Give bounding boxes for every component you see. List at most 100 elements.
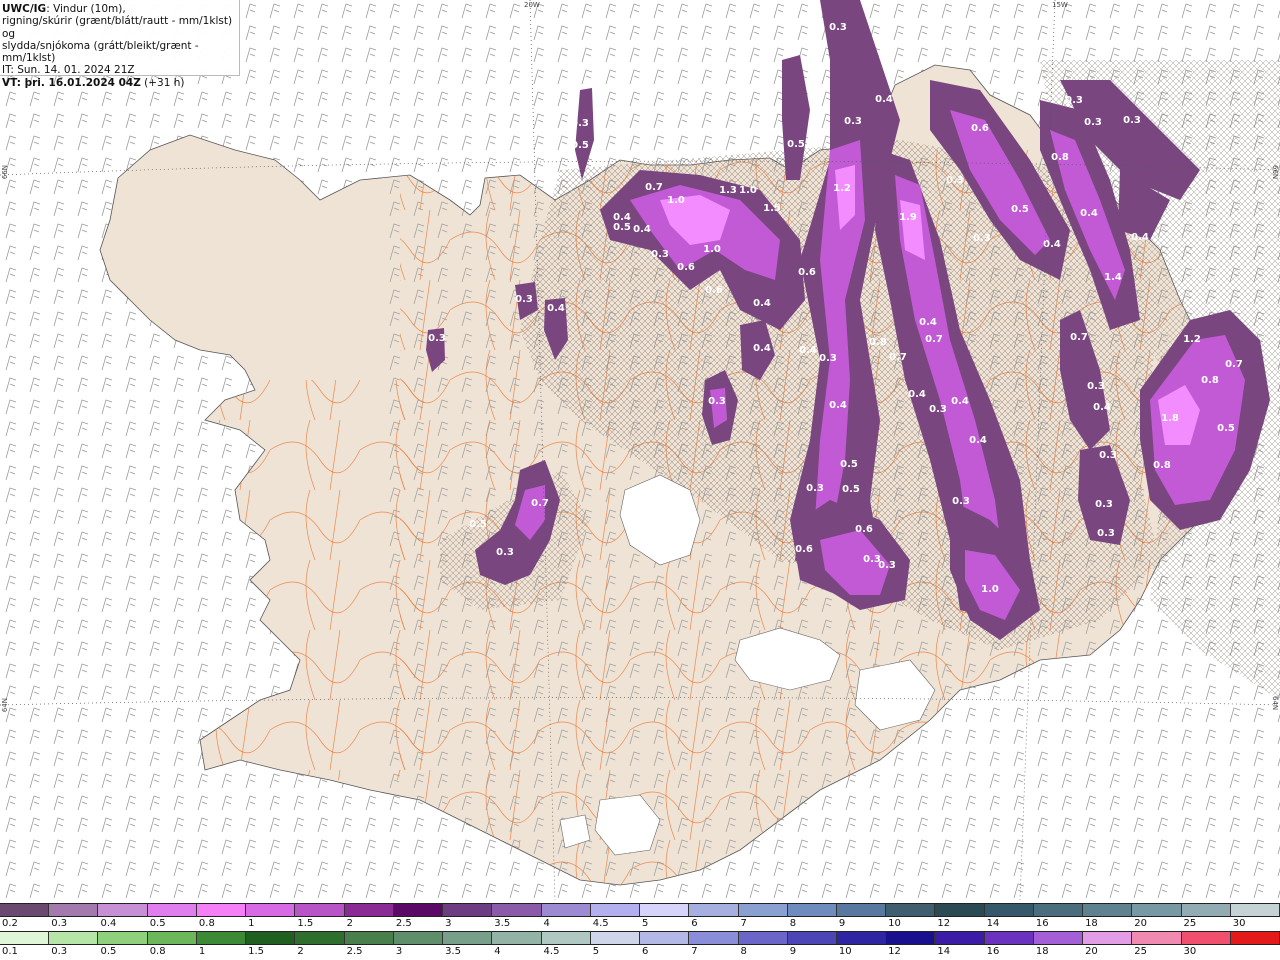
- precip-value-label: 0.3: [708, 396, 726, 407]
- snow-colorbar-tick-label: 2.5: [395, 918, 412, 929]
- rain-colorbar-tick-label: 0.8: [149, 946, 166, 957]
- snow-colorbar-tick-label: 4.5: [592, 918, 609, 929]
- rain-colorbar: [0, 931, 1280, 945]
- precip-value-label: 1.8: [1161, 413, 1179, 424]
- precip-value-label: 0.5: [613, 222, 631, 233]
- snow-colorbar-tick-label: 5: [642, 918, 649, 929]
- snow-colorbar-swatch: [295, 904, 345, 916]
- rain-colorbar-tick-label: 10: [838, 946, 852, 957]
- title-line-1-rest: : Vindur (10m),: [46, 3, 126, 15]
- precip-value-label: 1.0: [739, 185, 757, 196]
- rain-colorbar-swatch: [443, 932, 493, 944]
- precip-value-label: 0.7: [925, 334, 943, 345]
- precip-value-label: 0.3: [973, 233, 991, 244]
- snow-colorbar-swatch: [0, 904, 50, 916]
- rain-colorbar-tick-label: 3: [395, 946, 403, 957]
- snow-colorbar-tick-label: 0.2: [2, 918, 18, 929]
- snow-colorbar-tick-label: 0.5: [149, 918, 166, 929]
- precip-value-label: 0.8: [869, 337, 887, 348]
- rain-colorbar-swatch: [196, 932, 247, 944]
- precip-value-label: 0.4: [799, 345, 817, 356]
- snow-colorbar-swatch: [443, 904, 493, 916]
- precip-value-label: 0.7: [645, 182, 663, 193]
- precip-value-label: 1.4: [1104, 272, 1122, 283]
- precip-value-label: 0.3: [929, 404, 947, 415]
- snow-colorbar-swatch: [1033, 904, 1084, 916]
- precip-value-label: 0.6: [795, 544, 813, 555]
- rain-colorbar-tick-label: 0.5: [100, 946, 117, 957]
- precip-value-label: 0.7: [531, 498, 549, 509]
- precip-value-label: 1.2: [833, 183, 851, 194]
- graticule-label-66n-right: 66N: [1271, 165, 1279, 180]
- precip-value-label: 0.5: [571, 140, 589, 151]
- snow-colorbar-tick-label: 7: [740, 918, 747, 929]
- title-line-2: rigning/skúrir (grænt/blátt/rautt - mm/1…: [2, 15, 233, 40]
- snow-colorbar-tick-label: 18: [1085, 918, 1098, 929]
- precip-value-label: 0.4: [1131, 232, 1149, 243]
- precip-value-label: 0.8: [1051, 152, 1069, 163]
- snow-colorbar-swatch: [787, 904, 837, 916]
- rain-colorbar-swatch: [147, 932, 197, 944]
- snow-colorbar-swatch: [738, 904, 788, 916]
- rain-colorbar-tick-label: 1.5: [248, 946, 265, 957]
- rain-colorbar-tick-label: 2.5: [346, 946, 363, 957]
- snow-colorbar-tick-label: 3.5: [494, 918, 511, 929]
- snow-colorbar-swatch: [1230, 904, 1280, 916]
- rain-colorbar-tick-label: 0.1: [2, 946, 18, 957]
- snow-colorbar-swatch: [984, 904, 1034, 916]
- rain-colorbar-swatch: [984, 932, 1034, 944]
- precip-value-label: 0.5: [469, 519, 487, 530]
- precip-value-label: 0.3: [844, 116, 862, 127]
- snow-colorbar-tick-label: 0.8: [198, 918, 215, 929]
- snow-colorbar-swatch: [590, 904, 641, 916]
- graticule-label-66n-left: 66N: [1, 165, 9, 180]
- precip-value-label: 1.0: [703, 244, 721, 255]
- rain-colorbar-tick-label: 5: [592, 946, 600, 957]
- precip-value-label: 0.4: [969, 435, 987, 446]
- precip-value-label: 0.4: [753, 343, 771, 354]
- precip-value-label: 0.6: [705, 285, 723, 296]
- precip-value-label: 0.7: [1070, 332, 1088, 343]
- snow-colorbar-swatch: [836, 904, 887, 916]
- precip-value-label: 0.6: [677, 262, 695, 273]
- rain-colorbar-tick-label: 4: [494, 946, 501, 957]
- rain-colorbar-swatch: [1132, 932, 1182, 944]
- rain-colorbar-swatch: [1181, 932, 1231, 944]
- precip-value-label: 0.7: [1225, 359, 1243, 370]
- snow-colorbar-swatch: [541, 904, 591, 916]
- precip-value-label: 0.4: [829, 400, 847, 411]
- snow-colorbar-ticks: 0.2 0.3 0.4 0.5 0.8 1 1.5 2 2.5 3 3.5 4 4.5 5 6 7 8 9 10 12…: [0, 918, 1280, 932]
- precip-value-label: 0.4: [633, 224, 651, 235]
- precip-value-label: 0.5: [1217, 423, 1235, 434]
- snow-colorbar-swatch: [49, 904, 99, 916]
- rain-colorbar-swatch: [393, 932, 444, 944]
- precip-value-label: 1.0: [981, 584, 999, 595]
- rain-colorbar-tick-label: 6: [642, 946, 649, 957]
- precip-value-label: 0.3: [1097, 528, 1115, 539]
- snow-colorbar-swatch: [689, 904, 739, 916]
- precip-value-label: 0.4: [547, 303, 565, 314]
- rain-colorbar-swatch: [344, 932, 394, 944]
- rain-colorbar-swatch: [0, 932, 50, 944]
- valid-time: VT: þri. 16.01.2024 04Z: [2, 76, 141, 89]
- rain-colorbar-tick-label: 16: [986, 946, 1000, 957]
- precip-value-label: 0.3: [515, 294, 533, 305]
- snow-colorbar-tick-label: 4: [543, 918, 550, 929]
- precip-value-label: 0.6: [971, 123, 989, 134]
- rain-colorbar-tick-label: 30: [1183, 946, 1197, 957]
- snow-colorbar-swatch: [886, 904, 936, 916]
- rain-colorbar-tick-label: 4.5: [543, 946, 560, 957]
- rain-colorbar-tick-label: 0.3: [51, 946, 68, 957]
- rain-colorbar-tick-label: 2: [297, 946, 304, 957]
- precip-value-label: 0.3: [829, 22, 847, 33]
- snow-colorbar-tick-label: 0.4: [100, 918, 117, 929]
- precip-value-label: 0.3: [878, 560, 896, 571]
- snow-colorbar-tick-label: 30: [1232, 918, 1246, 929]
- snow-colorbar-tick-label: 10: [888, 918, 901, 929]
- rain-colorbar-tick-label: 12: [888, 946, 901, 957]
- rain-colorbar-swatch: [1083, 932, 1133, 944]
- graticule-label-64n-left: 64N: [1, 698, 9, 713]
- rain-colorbar-swatch: [738, 932, 788, 944]
- snow-colorbar-tick-label: 14: [986, 918, 1000, 929]
- snow-colorbar-swatch: [147, 904, 197, 916]
